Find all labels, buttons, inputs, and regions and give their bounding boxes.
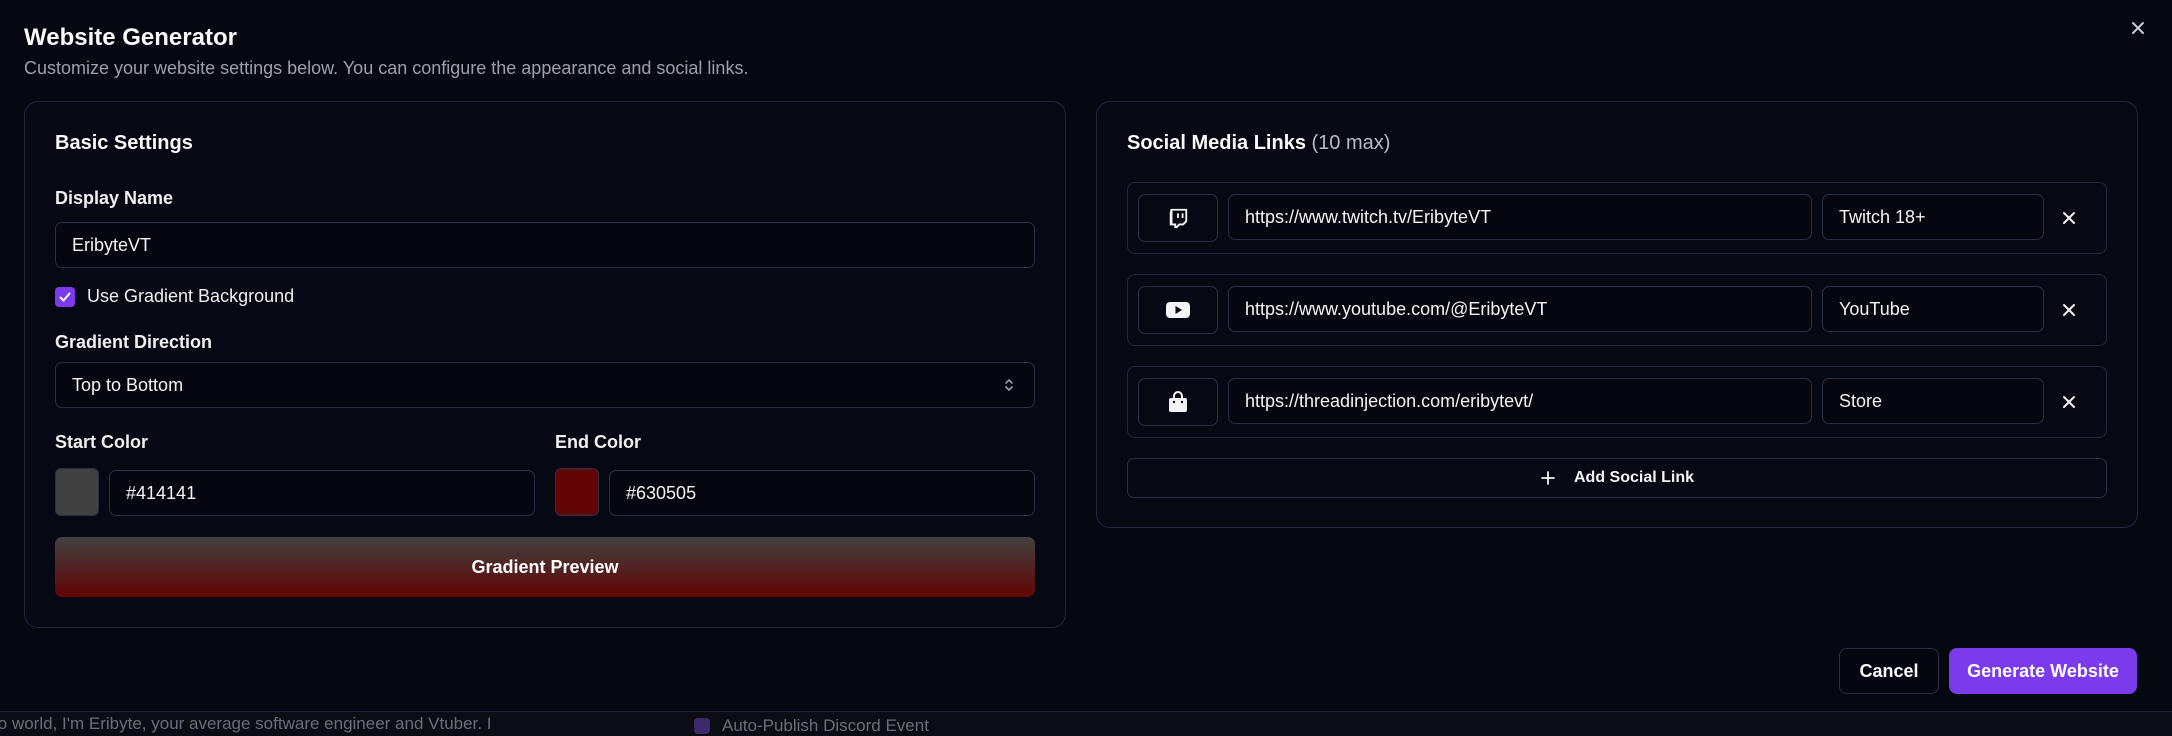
social-icon-picker[interactable] [1138,286,1218,334]
display-name-value: EribyteVT [72,234,152,255]
start-color-value: #414141 [126,482,197,503]
social-url-input[interactable]: https://www.twitch.tv/EribyteVT [1228,194,1812,240]
social-label-input[interactable]: YouTube [1822,286,2044,332]
background-item: Auto-Publish Discord Event [694,716,929,736]
gradient-direction-label: Gradient Direction [55,332,213,352]
start-color-input[interactable]: #414141 [109,470,535,516]
gradient-background-label: Use Gradient Background [87,286,295,306]
social-url-input[interactable]: https://threadinjection.com/eribytevt/ [1228,378,1812,424]
checkmark-icon [59,292,71,301]
display-name-input[interactable]: EribyteVT [55,222,1035,268]
cancel-button[interactable]: Cancel [1839,648,1939,694]
chevron-up-down-icon [1005,379,1013,391]
basic-settings-card: Basic Settings Display Name EribyteVT Us… [24,101,1066,628]
start-color-label: Start Color [55,432,149,452]
social-links-title: Social Media Links (10 max) [1127,132,1390,155]
checkbox-icon [694,718,710,734]
background-page-peek: lo world, I'm Eribyte, your average soft… [0,712,2172,736]
social-url-input[interactable]: https://www.youtube.com/@EribyteVT [1228,286,1812,332]
social-link-row: https://www.twitch.tv/EribyteVT Twitch 1… [1127,182,2107,254]
youtube-icon [1166,302,1190,318]
end-color-value: #630505 [626,482,697,503]
dialog-subtitle: Customize your website settings below. Y… [24,58,749,78]
plus-icon [1541,471,1555,485]
social-link-row: https://threadinjection.com/eribytevt/ S… [1127,366,2107,438]
close-icon [2132,22,2144,34]
social-label-input[interactable]: Twitch 18+ [1822,194,2044,240]
social-links-title-text: Social Media Links [1127,132,1306,154]
social-icon-picker[interactable] [1138,378,1218,426]
dialog-title: Website Generator [24,24,237,51]
gradient-direction-value: Top to Bottom [72,374,184,395]
social-label-value: Twitch 18+ [1839,206,1926,227]
basic-settings-title: Basic Settings [55,132,193,154]
social-links-max: (10 max) [1311,132,1391,154]
gradient-direction-select[interactable]: Top to Bottom [55,362,1035,408]
social-links-card: Social Media Links (10 max) https://www.… [1096,101,2138,528]
add-social-link-label: Add Social Link [1573,469,1694,486]
add-social-link-button[interactable]: Add Social Link [1127,458,2107,498]
end-color-input[interactable]: #630505 [609,470,1035,516]
remove-link-button[interactable] [2056,205,2082,231]
end-color-label: End Color [555,432,641,452]
social-url-value: https://www.youtube.com/@EribyteVT [1245,298,1548,319]
social-label-value: Store [1839,390,1883,411]
gradient-background-option: Use Gradient Background [55,286,294,307]
gradient-preview: Gradient Preview [55,537,1035,597]
social-icon-picker[interactable] [1138,194,1218,242]
shopping-bag-icon [1169,391,1187,412]
generate-website-button[interactable]: Generate Website [1949,648,2137,694]
twitch-icon [1169,208,1188,229]
social-label-input[interactable]: Store [1822,378,2044,424]
social-url-value: https://www.twitch.tv/EribyteVT [1245,206,1492,227]
website-generator-dialog: Website Generator Customize your website… [0,0,2172,712]
gradient-preview-label: Gradient Preview [471,556,619,577]
social-url-value: https://threadinjection.com/eribytevt/ [1245,390,1534,411]
close-dialog-button[interactable] [2124,14,2152,42]
background-item-label: Auto-Publish Discord Event [722,716,929,735]
close-icon [2063,396,2075,408]
background-text: lo world, I'm Eribyte, your average soft… [0,714,492,733]
close-icon [2063,212,2075,224]
remove-link-button[interactable] [2056,297,2082,323]
end-color-swatch[interactable] [555,468,599,516]
start-color-swatch[interactable] [55,468,99,516]
remove-link-button[interactable] [2056,389,2082,415]
close-icon [2063,304,2075,316]
display-name-label: Display Name [55,188,174,208]
social-link-row: https://www.youtube.com/@EribyteVT YouTu… [1127,274,2107,346]
gradient-background-checkbox[interactable] [55,286,75,307]
social-label-value: YouTube [1839,298,1910,319]
